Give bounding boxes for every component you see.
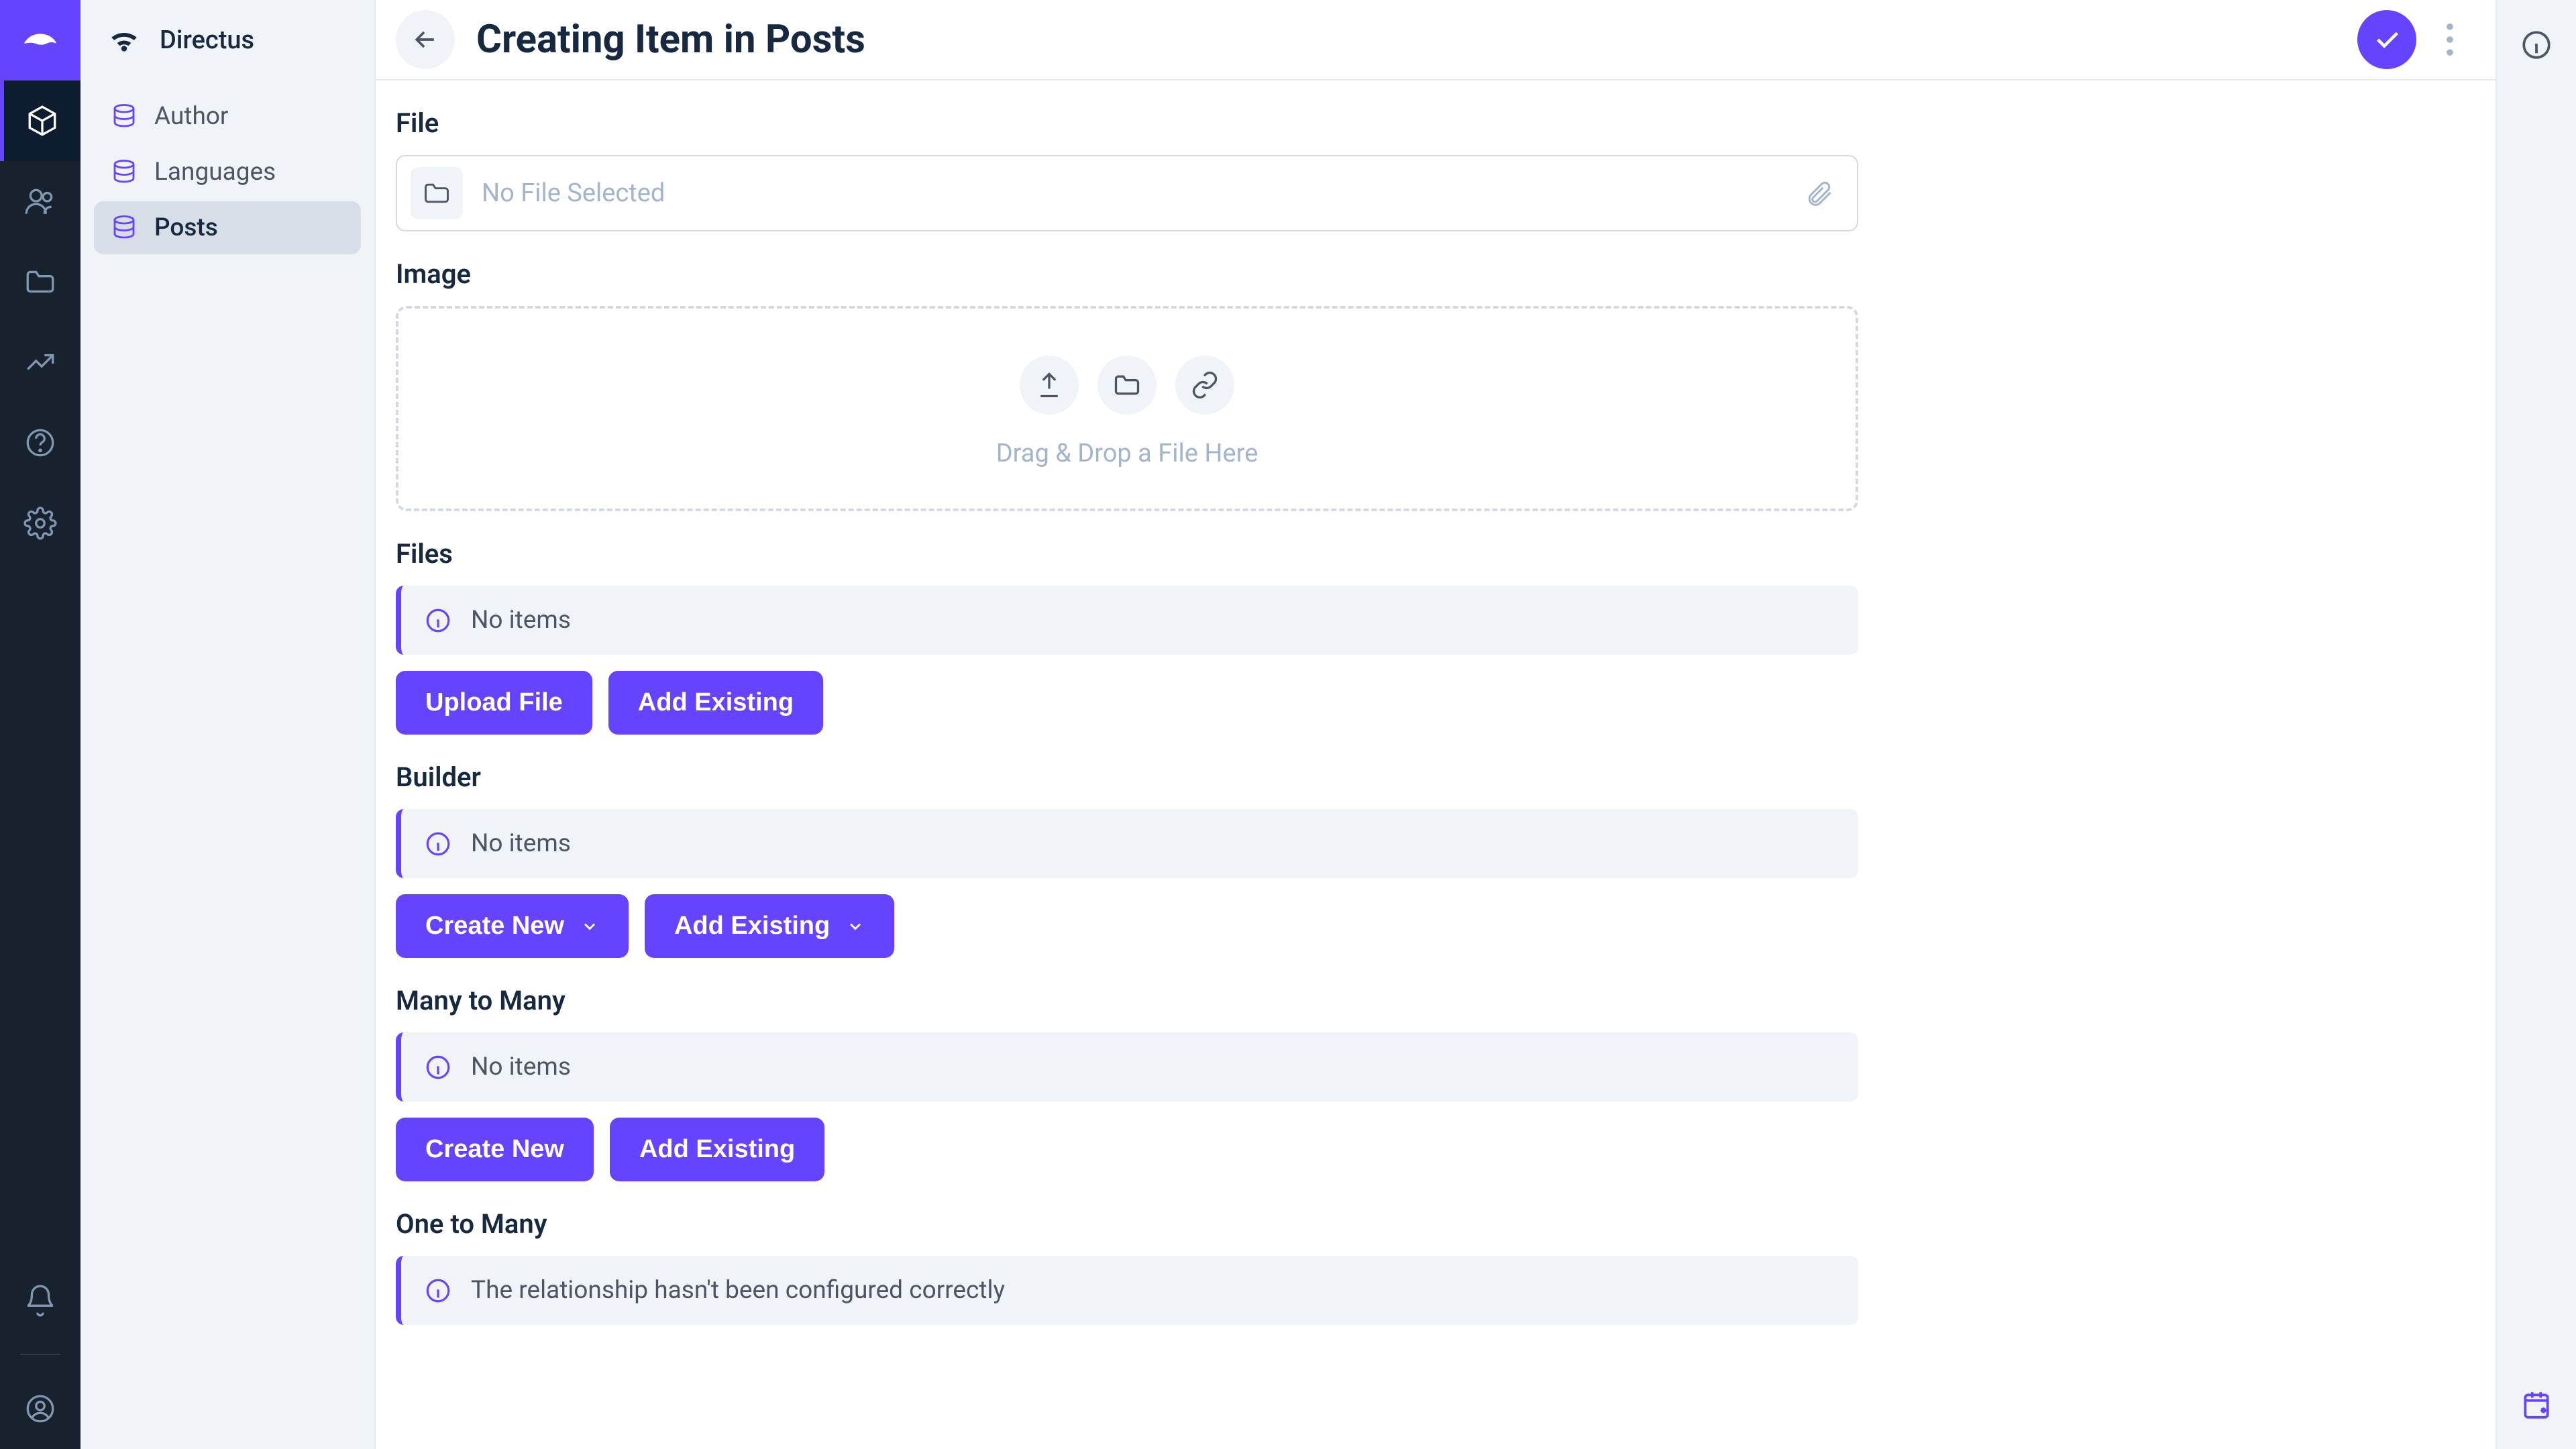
- m2m-create-new-button[interactable]: Create New: [396, 1118, 594, 1181]
- folder-icon: [411, 167, 463, 219]
- collection-list: Author Languages Posts: [80, 80, 374, 264]
- m2m-empty-notice: No items: [396, 1032, 1858, 1102]
- notice-text: No items: [471, 606, 571, 635]
- file-placeholder: No File Selected: [482, 178, 1776, 208]
- item-form: File No File Selected Image: [376, 80, 1892, 1449]
- field-image: Image Drag & Drop a File Here: [396, 258, 1858, 511]
- database-icon: [110, 158, 138, 186]
- module-files[interactable]: [0, 241, 80, 322]
- import-from-url-button[interactable]: [1175, 356, 1234, 415]
- nav-sidebar: Directus Author Languages Posts: [80, 0, 376, 1449]
- page-title: Creating Item in Posts: [476, 17, 2336, 62]
- notice-text: No items: [471, 1053, 571, 1081]
- collection-posts[interactable]: Posts: [94, 201, 361, 254]
- database-icon: [110, 103, 138, 131]
- upload-from-device-button[interactable]: [1020, 356, 1079, 415]
- more-menu-button[interactable]: [2438, 23, 2462, 56]
- module-content[interactable]: [0, 80, 80, 161]
- sidebar-drawer: [2496, 0, 2576, 1449]
- collection-author[interactable]: Author: [94, 90, 361, 143]
- collection-languages[interactable]: Languages: [94, 146, 361, 199]
- choose-from-library-button[interactable]: [1097, 356, 1157, 415]
- collection-label: Author: [154, 102, 228, 131]
- field-file: File No File Selected: [396, 107, 1858, 231]
- wifi-icon: [107, 23, 141, 57]
- button-label: Add Existing: [674, 912, 830, 941]
- builder-add-existing-button[interactable]: Add Existing: [645, 894, 894, 958]
- notice-text: The relationship hasn't been configured …: [471, 1276, 1005, 1305]
- button-label: Create New: [425, 1135, 564, 1164]
- module-settings[interactable]: [0, 483, 80, 564]
- project-name: Directus: [160, 25, 254, 55]
- o2m-error-notice: The relationship hasn't been configured …: [396, 1256, 1858, 1325]
- project-header[interactable]: Directus: [80, 0, 374, 80]
- file-picker[interactable]: No File Selected: [396, 155, 1858, 231]
- add-existing-file-button[interactable]: Add Existing: [608, 671, 823, 735]
- unsaved-edits-indicator[interactable]: [2512, 1381, 2561, 1429]
- collection-label: Posts: [154, 213, 218, 242]
- m2m-add-existing-button[interactable]: Add Existing: [610, 1118, 824, 1181]
- field-label: Image: [396, 258, 1858, 290]
- builder-empty-notice: No items: [396, 809, 1858, 878]
- button-label: Add Existing: [638, 688, 794, 717]
- notifications[interactable]: [0, 1260, 80, 1340]
- field-label: One to Many: [396, 1208, 1858, 1240]
- save-button[interactable]: [2357, 10, 2416, 69]
- upload-file-button[interactable]: Upload File: [396, 671, 592, 735]
- info-icon: [424, 830, 452, 858]
- image-dropzone[interactable]: Drag & Drop a File Here: [396, 306, 1858, 511]
- module-users[interactable]: [0, 161, 80, 241]
- module-bar: [0, 0, 80, 1449]
- info-icon: [424, 1277, 452, 1305]
- button-label: Add Existing: [639, 1135, 795, 1164]
- info-icon: [424, 606, 452, 635]
- attach-file-button[interactable]: [1795, 178, 1843, 208]
- chevron-down-icon: [846, 917, 865, 936]
- button-label: Upload File: [425, 688, 563, 717]
- collection-label: Languages: [154, 158, 276, 186]
- info-icon: [424, 1053, 452, 1081]
- field-label: Many to Many: [396, 985, 1858, 1016]
- drawer-info-button[interactable]: [2520, 15, 2553, 75]
- field-files: Files No items Upload File Add Existing: [396, 538, 1858, 735]
- files-empty-notice: No items: [396, 586, 1858, 655]
- field-label: Files: [396, 538, 1858, 570]
- field-label: File: [396, 107, 1858, 139]
- module-docs[interactable]: [0, 402, 80, 483]
- chevron-down-icon: [580, 917, 599, 936]
- builder-create-new-button[interactable]: Create New: [396, 894, 629, 958]
- module-insights[interactable]: [0, 322, 80, 402]
- dropzone-hint: Drag & Drop a File Here: [996, 439, 1258, 468]
- current-user-avatar[interactable]: [0, 1368, 80, 1449]
- back-button[interactable]: [396, 10, 455, 69]
- page-header: Creating Item in Posts: [376, 0, 2496, 80]
- database-icon: [110, 214, 138, 242]
- field-builder: Builder No items Create New Ad: [396, 761, 1858, 958]
- field-many-to-many: Many to Many No items Create New Add Exi…: [396, 985, 1858, 1181]
- divider: [20, 1354, 60, 1355]
- field-label: Builder: [396, 761, 1858, 793]
- notice-text: No items: [471, 829, 571, 858]
- directus-logo[interactable]: [0, 0, 80, 80]
- field-one-to-many: One to Many The relationship hasn't been…: [396, 1208, 1858, 1325]
- button-label: Create New: [425, 912, 564, 941]
